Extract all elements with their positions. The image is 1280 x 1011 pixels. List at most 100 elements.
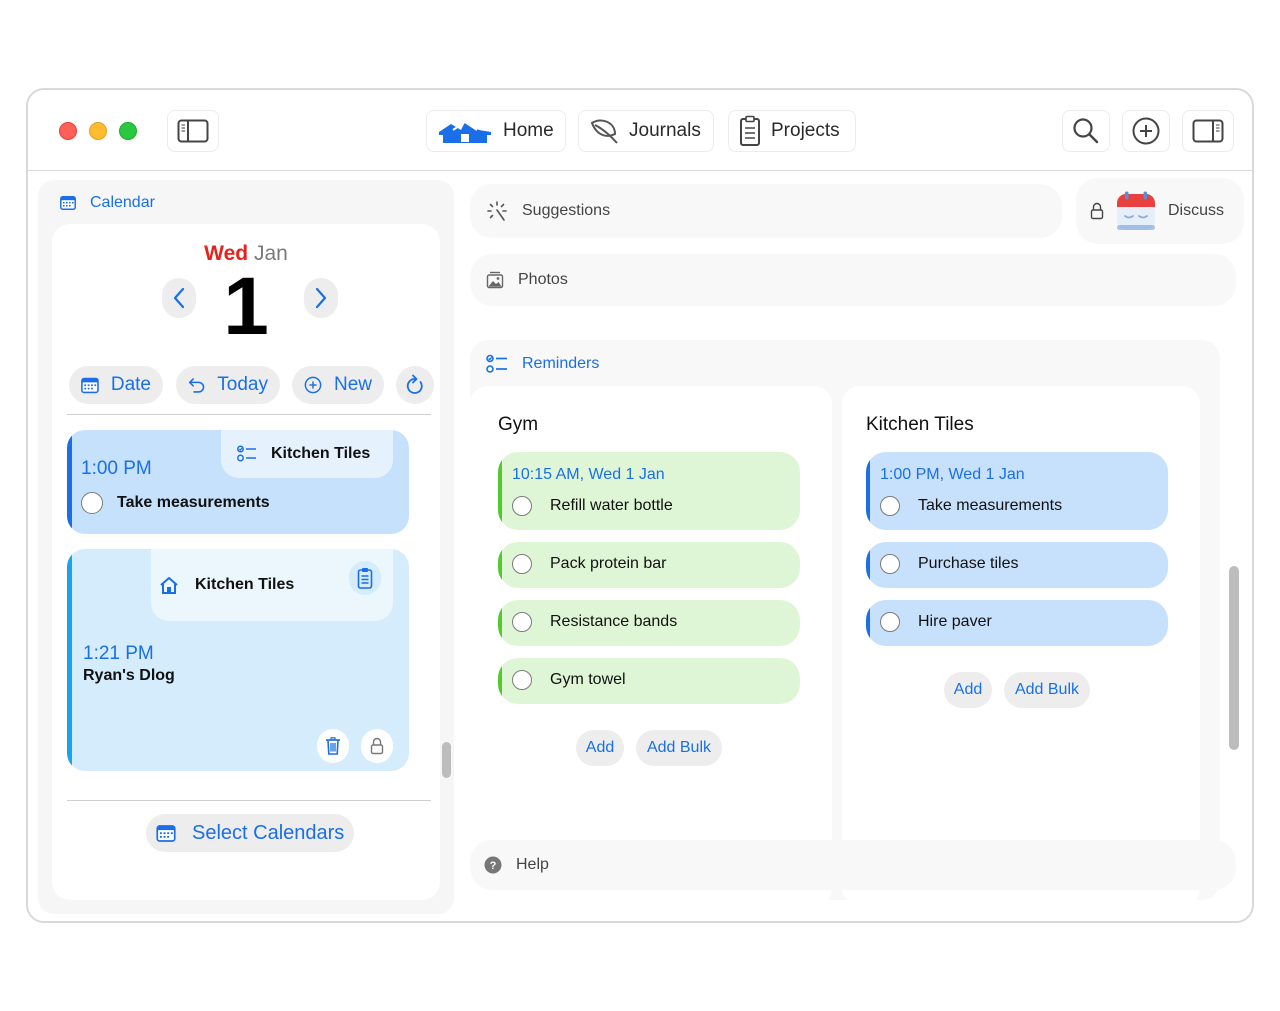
reminder-item[interactable]: Purchase tiles	[866, 542, 1168, 588]
today-button[interactable]: Today	[176, 366, 280, 404]
list-color-bar	[498, 658, 502, 704]
photos-panel[interactable]: Photos	[470, 254, 1236, 306]
refresh-button[interactable]	[396, 366, 434, 404]
add-reminder-button[interactable]: Add	[576, 730, 624, 766]
reminder-list-kitchen-tiles: Kitchen Tiles 1:00 PM, Wed 1 Jan Take me…	[842, 386, 1200, 906]
next-day-button[interactable]	[304, 278, 338, 318]
lock-icon	[1090, 202, 1104, 220]
chevron-left-icon	[173, 287, 185, 309]
complete-checkbox[interactable]	[512, 670, 532, 690]
event-project-tag[interactable]: Kitchen Tiles	[221, 430, 393, 478]
suggestions-label: Suggestions	[522, 202, 611, 219]
help-panel[interactable]: ? Help	[470, 840, 1236, 890]
complete-checkbox[interactable]	[512, 554, 532, 574]
complete-checkbox[interactable]	[880, 554, 900, 574]
lock-event-button[interactable]	[361, 729, 393, 763]
house-icon	[160, 577, 178, 594]
divider	[67, 414, 431, 415]
toolbar: Home Journals Projects	[28, 90, 1252, 171]
discuss-label: Discuss	[1168, 202, 1225, 219]
nav-journals-button[interactable]: Journals	[578, 110, 714, 152]
trash-icon	[326, 737, 340, 755]
calendar-event[interactable]: Kitchen Tiles 1:00 PM Take measurements	[67, 430, 409, 534]
event-reminder-row: Take measurements	[81, 492, 270, 514]
sparkle-wand-icon	[487, 201, 507, 221]
app-window: Home Journals Projects Calendar Wed Jan …	[26, 88, 1254, 923]
reminder-list-gym: Gym 10:15 AM, Wed 1 Jan Refill water bot…	[470, 386, 832, 906]
main-scrollbar[interactable]	[1229, 566, 1239, 750]
add-button[interactable]	[1122, 110, 1170, 152]
reminder-item[interactable]: Hire paver	[866, 600, 1168, 646]
nav-home-label: Home	[503, 120, 554, 141]
complete-checkbox[interactable]	[880, 496, 900, 516]
photos-icon	[486, 271, 504, 289]
reminder-item[interactable]: 10:15 AM, Wed 1 Jan Refill water bottle	[498, 452, 800, 530]
complete-checkbox[interactable]	[512, 496, 532, 516]
leaf-icon	[590, 119, 618, 144]
new-button-label: New	[333, 374, 372, 395]
reminder-title: Refill water bottle	[550, 497, 673, 514]
checklist-icon	[237, 445, 256, 462]
reminder-item[interactable]: Resistance bands	[498, 600, 800, 646]
help-label: Help	[516, 856, 549, 873]
reminder-row: Pack protein bar	[512, 554, 667, 574]
sidebar-right-icon	[1192, 119, 1224, 143]
delete-event-button[interactable]	[317, 729, 349, 763]
close-window-button[interactable]	[59, 122, 77, 140]
toggle-left-sidebar-button[interactable]	[167, 110, 219, 152]
new-event-button[interactable]: New	[292, 366, 384, 404]
reminder-item[interactable]: 1:00 PM, Wed 1 Jan Take measurements	[866, 452, 1168, 530]
reminder-row: Resistance bands	[512, 612, 677, 632]
calendar-event[interactable]: Kitchen Tiles 1:21 PM Ryan's Dlog	[67, 549, 409, 771]
date-picker-button[interactable]: Date	[69, 366, 163, 404]
toggle-right-sidebar-button[interactable]	[1182, 110, 1234, 152]
reminders-header: Reminders	[486, 354, 599, 374]
reminder-due: 1:00 PM, Wed 1 Jan	[880, 466, 1025, 483]
minimize-window-button[interactable]	[89, 122, 107, 140]
complete-checkbox[interactable]	[880, 612, 900, 632]
complete-checkbox[interactable]	[512, 612, 532, 632]
suggestions-panel[interactable]: Suggestions	[470, 184, 1062, 238]
calendar-title: Calendar	[90, 194, 155, 211]
add-bulk-reminders-button[interactable]: Add Bulk	[1004, 672, 1090, 708]
event-time: 1:00 PM	[81, 458, 152, 479]
nav-projects-button[interactable]: Projects	[728, 110, 856, 152]
refresh-icon	[406, 374, 423, 394]
reminder-row: Gym towel	[512, 670, 626, 690]
add-reminder-button[interactable]: Add	[944, 672, 992, 708]
houses-icon	[439, 120, 491, 143]
reminder-item[interactable]: Pack protein bar	[498, 542, 800, 588]
zoom-window-button[interactable]	[119, 122, 137, 140]
event-title: Take measurements	[117, 494, 270, 511]
calendar-scrollbar[interactable]	[442, 742, 451, 778]
reminders-title: Reminders	[522, 355, 600, 372]
divider	[67, 800, 431, 801]
calendar-icon	[60, 196, 76, 210]
reminder-item[interactable]: Gym towel	[498, 658, 800, 704]
reminders-panel: Reminders Gym 10:15 AM, Wed 1 Jan Refill…	[470, 340, 1220, 906]
nav-home-button[interactable]: Home	[426, 110, 566, 152]
chevron-right-icon	[315, 287, 327, 309]
add-circle-icon	[304, 376, 322, 394]
select-calendars-button[interactable]: Select Calendars	[146, 814, 355, 852]
list-color-bar	[498, 452, 502, 530]
clipboard-icon	[740, 115, 760, 146]
reminder-title: Gym towel	[550, 671, 626, 688]
calendar-panel: Calendar Wed Jan 1 Date Today New Kitche…	[38, 180, 454, 914]
complete-checkbox[interactable]	[81, 492, 103, 514]
open-project-button[interactable]	[349, 561, 381, 595]
day-number: 1	[223, 261, 269, 352]
nav-journals-label: Journals	[629, 120, 701, 141]
search-button[interactable]	[1062, 110, 1110, 152]
previous-day-button[interactable]	[162, 278, 196, 318]
reminder-row: Refill water bottle	[512, 496, 673, 516]
event-color-bar	[67, 430, 72, 534]
event-project-name: Kitchen Tiles	[271, 445, 371, 462]
photos-label: Photos	[518, 271, 568, 288]
add-bulk-reminders-button[interactable]: Add Bulk	[636, 730, 722, 766]
discuss-panel[interactable]: Discuss	[1076, 178, 1244, 244]
calendar-day-view: Wed Jan 1 Date Today New Kitchen Tiles 1…	[52, 224, 451, 900]
add-circle-icon	[1132, 117, 1160, 145]
lock-icon	[370, 737, 384, 755]
reminder-row: Take measurements	[880, 496, 1062, 516]
